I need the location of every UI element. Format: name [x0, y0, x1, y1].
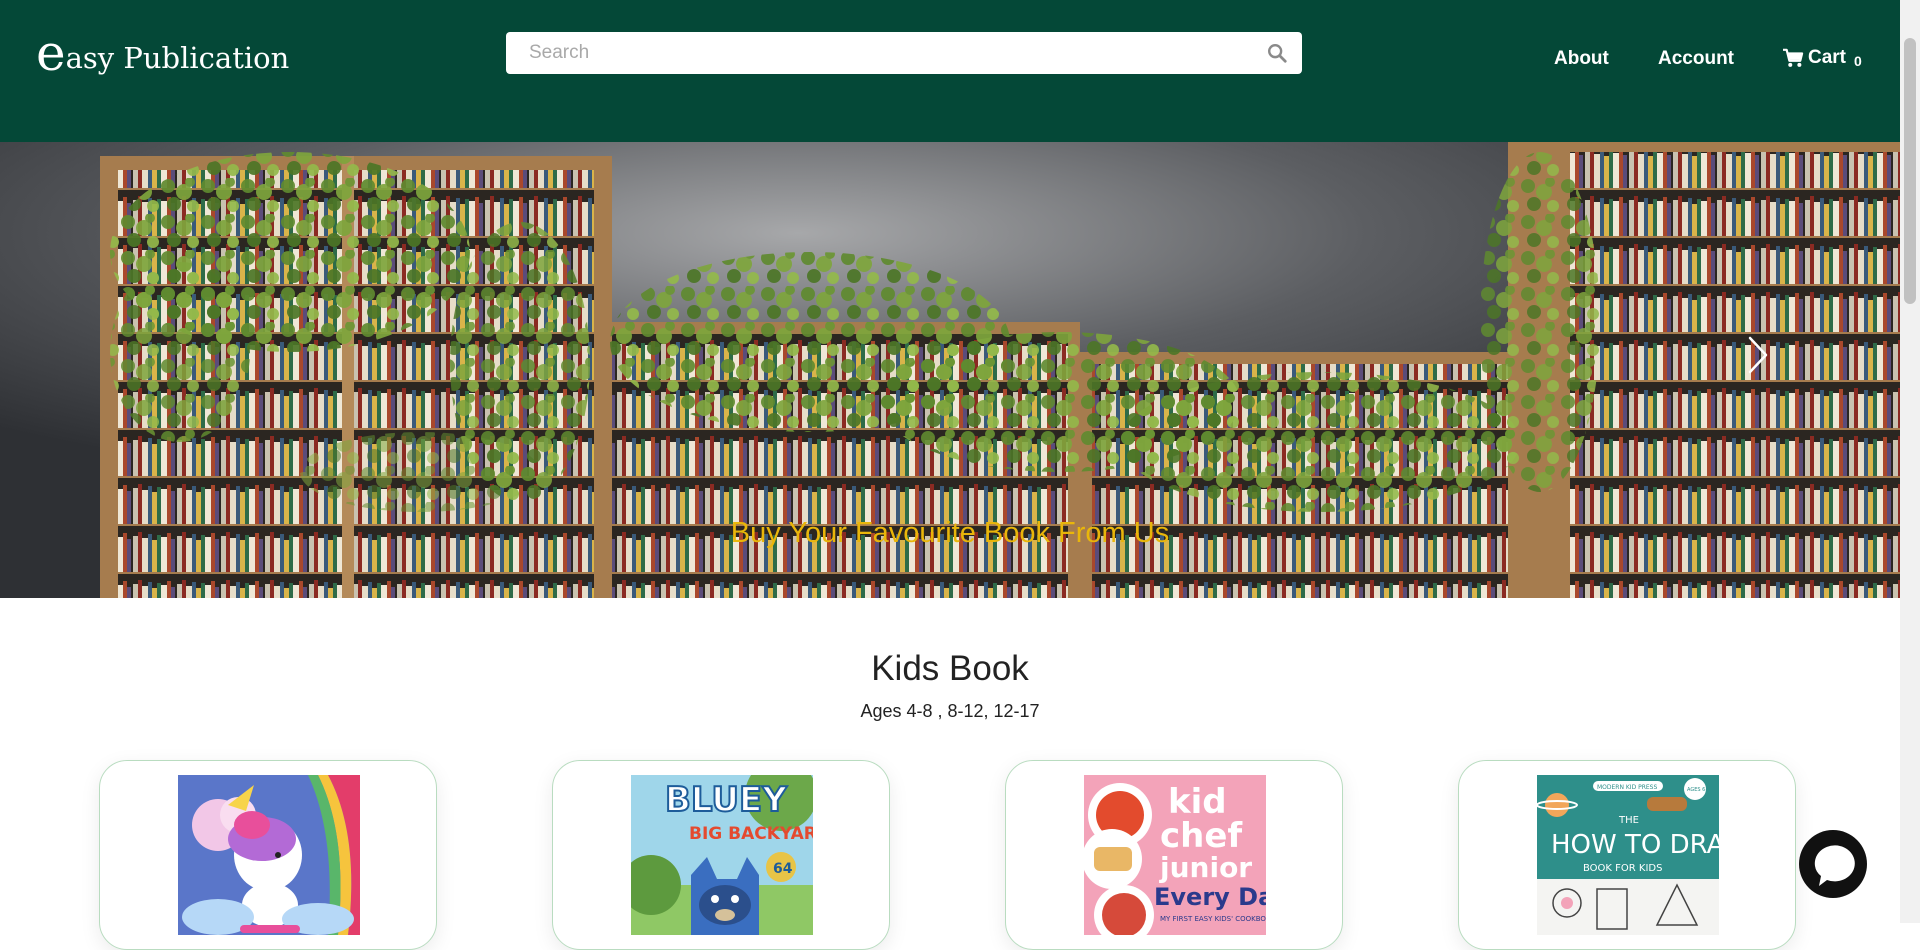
book-cover-image[interactable]: kid chef junior Every Day MY FIRST EASY …	[1084, 775, 1266, 935]
section-title: Kids Book	[871, 649, 1029, 688]
cover-line4: Every Day	[1154, 883, 1266, 911]
site-logo[interactable]: easy Publication	[36, 24, 289, 82]
book-card[interactable]: BLUEY BIG BACKYARD 64	[552, 760, 890, 950]
book-cover-image[interactable]	[178, 775, 360, 935]
cover-the: THE	[1618, 815, 1639, 826]
search-bar	[506, 32, 1302, 74]
cover-title: HOW TO DRAW	[1551, 830, 1719, 860]
cover-line2: chef	[1160, 816, 1243, 856]
cover-subtitle: BOOK FOR KIDS	[1583, 863, 1662, 874]
search-input[interactable]	[506, 32, 1246, 74]
scrollbar-thumb[interactable]	[1904, 38, 1916, 304]
cover-line3: junior	[1159, 851, 1252, 884]
hero-carousel: Buy Your Favourite Book From Us	[0, 142, 1900, 598]
search-icon[interactable]	[1266, 42, 1288, 64]
page-scrollbar[interactable]	[1900, 0, 1920, 923]
cover-subtitle: BIG BACKYARD	[689, 824, 813, 844]
logo-text: asy Publication	[65, 41, 290, 75]
book-card[interactable]	[99, 760, 437, 950]
shopping-cart-icon	[1783, 48, 1804, 67]
hero-caption: Buy Your Favourite Book From Us	[730, 517, 1170, 549]
book-card[interactable]: kid chef junior Every Day MY FIRST EASY …	[1005, 760, 1343, 950]
nav-about-link[interactable]: About	[1554, 48, 1609, 70]
site-header: easy Publication About Account Cart 0	[0, 0, 1900, 142]
nav-cart-link[interactable]: Cart 0	[1782, 47, 1862, 69]
section-subtitle: Ages 4-8 , 8-12, 12-17	[860, 701, 1040, 721]
logo-initial: e	[36, 24, 66, 82]
chat-bubble-icon[interactable]	[1793, 826, 1873, 902]
nav-account-link[interactable]: Account	[1658, 48, 1734, 70]
cover-badge: 64	[773, 861, 793, 877]
book-cover-image[interactable]: BLUEY BIG BACKYARD 64	[631, 775, 813, 935]
cover-top: MODERN KID PRESS	[1597, 784, 1657, 791]
chevron-right-icon[interactable]	[1742, 332, 1772, 378]
cover-tagline: MY FIRST EASY KIDS' COOKBOOK	[1160, 915, 1266, 923]
cover-title: BLUEY	[665, 780, 787, 820]
cover-age: AGES 6+	[1687, 787, 1710, 793]
book-cover-image[interactable]: MODERN KID PRESS AGES 6+ THE HOW TO DRAW…	[1537, 775, 1719, 935]
cart-label: Cart	[1808, 47, 1847, 68]
cart-count: 0	[1854, 53, 1862, 69]
book-card[interactable]: MODERN KID PRESS AGES 6+ THE HOW TO DRAW…	[1458, 760, 1796, 950]
